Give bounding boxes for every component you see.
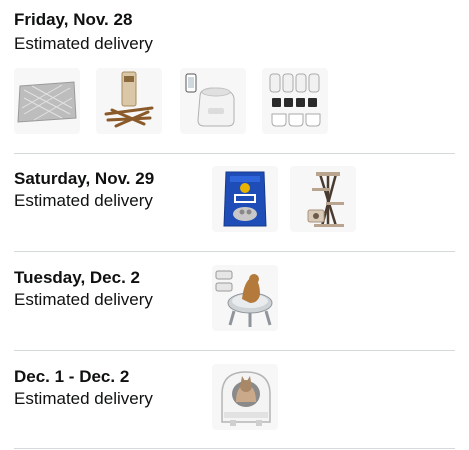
automatic-feeder-icon <box>180 68 246 134</box>
litter-mat-icon <box>14 68 80 134</box>
product-thumb-automatic-feeder[interactable] <box>180 68 246 134</box>
feeder-accessories-set-icon <box>262 68 328 134</box>
hooded-litter-box-icon <box>212 364 278 430</box>
product-thumb-cat-treats[interactable] <box>96 68 162 134</box>
delivery-estimate-label: Estimated delivery <box>14 290 153 309</box>
delivery-date: Saturday, Nov. 29 <box>14 169 155 188</box>
delivery-date: Tuesday, Dec. 2 <box>14 268 140 287</box>
cat-treat-sticks-icon <box>96 68 162 134</box>
divider <box>14 251 455 252</box>
delivery-date: Friday, Nov. 28 <box>14 10 133 29</box>
elevated-cat-bed-icon <box>212 265 278 331</box>
product-thumb-feeder-accessories[interactable] <box>262 68 328 134</box>
product-thumb-cat-litter[interactable] <box>212 166 278 232</box>
delivery-estimate-label: Estimated delivery <box>14 34 153 53</box>
product-thumb-elevated-cat-bed[interactable] <box>212 265 278 331</box>
divider <box>14 153 455 154</box>
product-thumb-hooded-litter-box[interactable] <box>212 364 278 430</box>
divider <box>14 350 455 351</box>
divider <box>14 448 455 449</box>
product-thumb-litter-mat[interactable] <box>14 68 80 134</box>
delivery-date: Dec. 1 - Dec. 2 <box>14 367 130 386</box>
cat-litter-bag-icon <box>212 166 278 232</box>
cat-tree-icon <box>290 166 356 232</box>
delivery-estimate-label: Estimated delivery <box>14 191 153 210</box>
delivery-estimate-label: Estimated delivery <box>14 389 153 408</box>
product-thumb-cat-tree[interactable] <box>290 166 356 232</box>
